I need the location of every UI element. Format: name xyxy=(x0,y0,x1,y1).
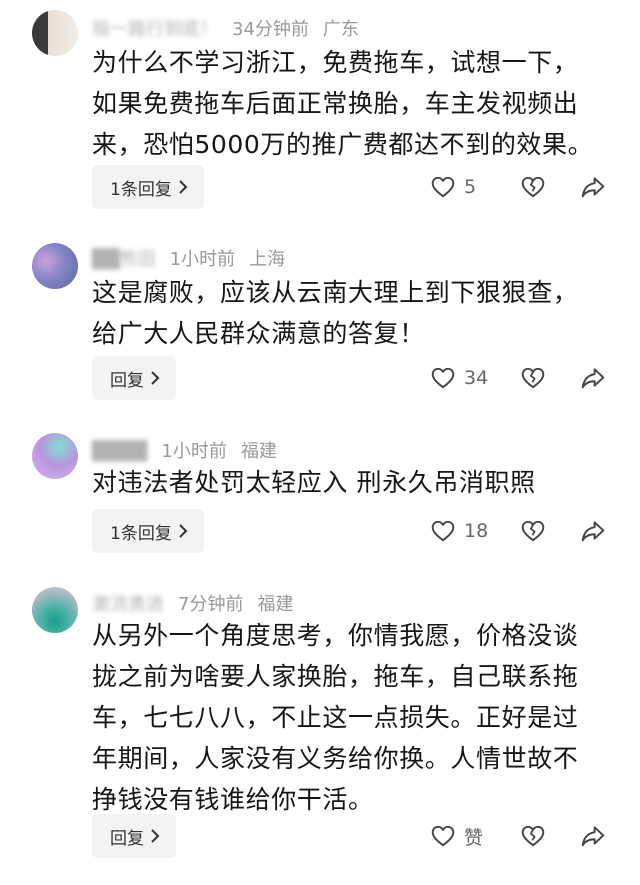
reply-label: 回复 xyxy=(110,370,144,391)
comment-text: 对违法者处罚太轻应入 刑永久吊消职照 xyxy=(92,462,612,503)
location: 福建 xyxy=(240,441,277,462)
comment-actions: 赞 xyxy=(430,814,620,858)
avatar[interactable] xyxy=(32,243,78,289)
comment-meta: 指一路行到底！ 34分钟前 广东 xyxy=(92,15,359,41)
timestamp: 1小时前 xyxy=(169,249,236,270)
reply-label: 回复 xyxy=(110,828,144,849)
reply-button[interactable]: 回复 xyxy=(92,814,176,858)
comment-actions: 5 xyxy=(430,165,620,209)
avatar[interactable] xyxy=(32,10,78,56)
username[interactable]: ██熊田 xyxy=(92,249,156,270)
broken-heart-icon[interactable] xyxy=(520,518,546,544)
comment-actions: 34 xyxy=(430,356,620,400)
heart-outline-icon xyxy=(431,520,455,542)
like-count: 18 xyxy=(464,520,489,542)
timestamp: 7分钟前 xyxy=(178,594,244,615)
reply-button[interactable]: 1条回复 xyxy=(92,165,204,209)
share-arrow-icon[interactable] xyxy=(580,365,606,391)
comment-line: 来，恐怕5000万的推广费都达不到的效果。 xyxy=(92,130,594,159)
username[interactable]: 激流勇进 xyxy=(92,594,164,615)
comment-text: 这是腐败，应该从云南大理上到下狠狠查， 给广大人民群众满意的答复！ xyxy=(92,272,612,354)
heart-outline-icon xyxy=(431,367,455,389)
comment-meta: ████ 1小时前 福建 xyxy=(92,437,277,463)
like-button[interactable]: 18 xyxy=(430,518,516,544)
comment-line: 年期间，人家没有义务给你换。人情世故不 xyxy=(92,744,579,773)
comment-line: 给广大人民群众满意的答复！ xyxy=(92,319,425,348)
comment-meta: 激流勇进 7分钟前 福建 xyxy=(92,590,293,616)
comment-line: 拢之前为啥要人家换胎，拖车，自己联系拖 xyxy=(92,662,579,691)
chevron-right-icon xyxy=(151,371,160,385)
chevron-right-icon xyxy=(179,524,188,538)
like-count: 赞 xyxy=(464,826,484,849)
comment-actions: 18 xyxy=(430,509,620,553)
broken-heart-icon[interactable] xyxy=(520,823,546,849)
heart-outline-icon xyxy=(431,176,455,198)
heart-outline-icon xyxy=(431,825,455,847)
comment-text: 为什么不学习浙江，免费拖车，试想一下， 如果免费拖车后面正常换胎，车主发视频出 … xyxy=(92,42,612,165)
username[interactable]: ████ xyxy=(92,441,147,462)
avatar[interactable] xyxy=(32,433,78,479)
comment-line: 这是腐败，应该从云南大理上到下狠狠查， xyxy=(92,278,579,307)
chevron-right-icon xyxy=(151,829,160,843)
comment-line: 为什么不学习浙江，免费拖车，试想一下， xyxy=(92,48,579,77)
reply-label: 1条回复 xyxy=(110,523,172,544)
broken-heart-icon[interactable] xyxy=(520,365,546,391)
comment-line: 对违法者处罚太轻应入 刑永久吊消职照 xyxy=(92,468,536,497)
like-button[interactable]: 5 xyxy=(430,174,516,200)
comment-meta: ██熊田 1小时前 上海 xyxy=(92,245,285,271)
like-count: 5 xyxy=(464,176,477,198)
chevron-right-icon xyxy=(179,180,188,194)
reply-button[interactable]: 回复 xyxy=(92,356,176,400)
comment-text: 从另外一个角度思考，你情我愿，价格没谈 拢之前为啥要人家换胎，拖车，自己联系拖 … xyxy=(92,615,612,820)
location: 上海 xyxy=(249,249,286,270)
share-arrow-icon[interactable] xyxy=(580,518,606,544)
broken-heart-icon[interactable] xyxy=(520,174,546,200)
share-arrow-icon[interactable] xyxy=(580,823,606,849)
like-count: 34 xyxy=(464,367,489,389)
like-button[interactable]: 34 xyxy=(430,365,516,391)
comment-line: 车，七七八八，不止这一点损失。正好是过 xyxy=(92,703,579,732)
location: 广东 xyxy=(322,19,359,40)
location: 福建 xyxy=(257,594,294,615)
username[interactable]: 指一路行到底！ xyxy=(92,19,218,40)
reply-button[interactable]: 1条回复 xyxy=(92,509,204,553)
like-button[interactable]: 赞 xyxy=(430,823,516,850)
comment-line: 如果免费拖车后面正常换胎，车主发视频出 xyxy=(92,89,579,118)
timestamp: 34分钟前 xyxy=(232,19,309,40)
avatar[interactable] xyxy=(32,587,78,633)
comment-line: 从另外一个角度思考，你情我愿，价格没谈 xyxy=(92,621,579,650)
share-arrow-icon[interactable] xyxy=(580,174,606,200)
timestamp: 1小时前 xyxy=(161,441,227,462)
reply-label: 1条回复 xyxy=(110,179,172,200)
